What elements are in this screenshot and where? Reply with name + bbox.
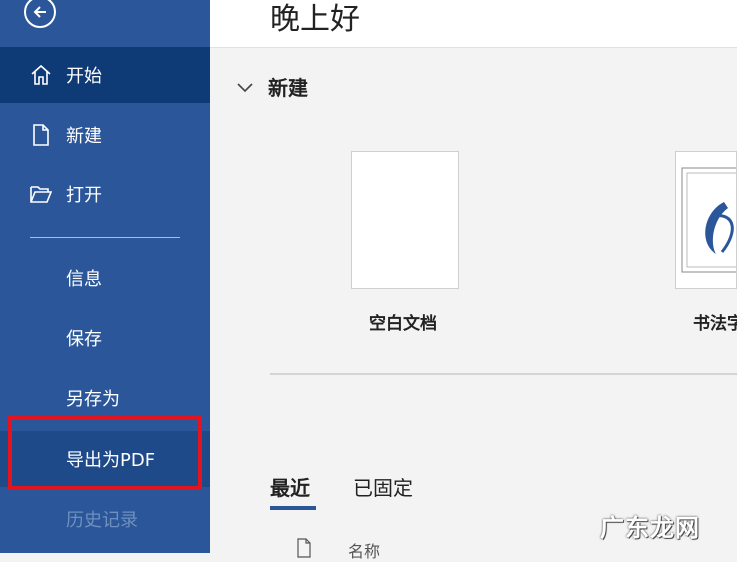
- sidebar-item-label: 新建: [66, 126, 102, 147]
- sidebar-item-new[interactable]: 新建: [0, 107, 210, 163]
- new-section-header[interactable]: 新建: [236, 72, 308, 101]
- sidebar-item-history[interactable]: 历史记录: [0, 491, 210, 547]
- greeting-title: 晚上好: [270, 2, 360, 37]
- highlight-annotation: [8, 416, 202, 490]
- watermark: 广东龙网: [600, 514, 700, 542]
- folder-open-icon: [29, 182, 53, 206]
- sidebar-item-label: 开始: [66, 66, 102, 87]
- template-calligraphy-label[interactable]: 书法字: [693, 309, 737, 334]
- sidebar-item-info[interactable]: 信息: [0, 250, 210, 306]
- sidebar-item-save[interactable]: 保存: [0, 310, 210, 366]
- sidebar-item-label: 历史记录: [66, 510, 138, 531]
- column-header-name[interactable]: 名称: [348, 538, 380, 562]
- sidebar-item-label: 打开: [66, 185, 102, 206]
- back-arrow-icon: [33, 6, 46, 18]
- file-icon: [297, 538, 311, 558]
- sidebar-item-label: 信息: [66, 269, 102, 290]
- template-blank-label[interactable]: 空白文档: [369, 309, 437, 334]
- sidebar-divider: [30, 237, 180, 238]
- section-divider: [270, 373, 737, 375]
- backstage-sidebar: 开始 新建 打开 信息 保存 另存为 导出为PDF 历史记录: [0, 0, 210, 553]
- main-panel: 晚上好 新建 空白文档 书法字 最近 已固定 名称: [210, 0, 737, 561]
- new-section-title: 新建: [268, 76, 308, 100]
- sidebar-item-home[interactable]: 开始: [0, 47, 210, 103]
- greeting-bar: 晚上好: [210, 0, 737, 48]
- tab-recent[interactable]: 最近: [270, 472, 310, 501]
- sidebar-item-label: 保存: [66, 329, 102, 350]
- new-document-icon: [29, 123, 53, 147]
- calligraphy-template-graphic: [681, 167, 736, 273]
- back-button[interactable]: [24, 0, 56, 28]
- chevron-down-icon: [237, 82, 253, 92]
- tab-pinned[interactable]: 已固定: [353, 472, 413, 501]
- tab-active-indicator: [270, 506, 316, 510]
- sidebar-item-label: 另存为: [66, 389, 120, 410]
- template-blank-thumbnail[interactable]: [351, 151, 459, 289]
- template-calligraphy-thumbnail[interactable]: [675, 151, 737, 289]
- sidebar-item-open[interactable]: 打开: [0, 166, 210, 222]
- home-icon: [29, 63, 53, 87]
